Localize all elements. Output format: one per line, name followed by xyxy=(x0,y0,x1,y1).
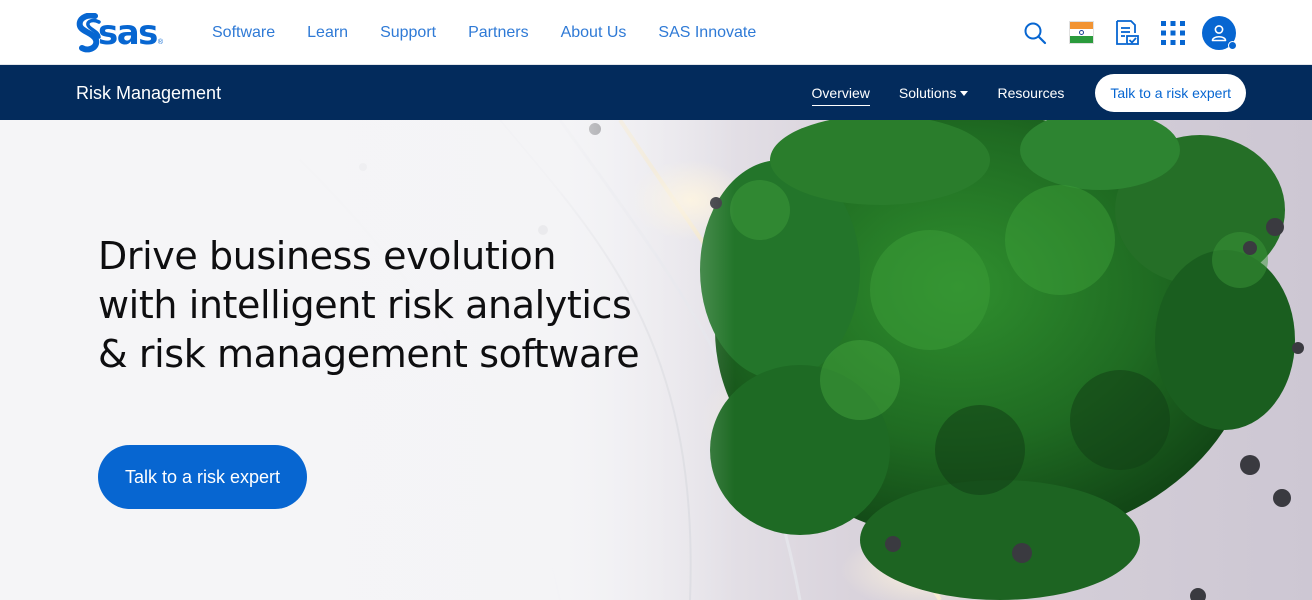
hero-headline: Drive business evolution with intelligen… xyxy=(98,232,640,379)
user-account-button[interactable] xyxy=(1202,15,1237,50)
nav-item-support[interactable]: Support xyxy=(380,24,436,42)
user-avatar xyxy=(1202,15,1237,50)
nav-item-partners[interactable]: Partners xyxy=(468,24,528,42)
section-navigation: Risk Management Overview Solutions Resou… xyxy=(0,65,1312,120)
subnav-resources[interactable]: Resources xyxy=(997,85,1064,101)
talk-to-expert-button-header[interactable]: Talk to a risk expert xyxy=(1095,73,1246,112)
hero-headline-line-2: with intelligent risk analytics xyxy=(98,283,632,327)
section-links: Overview Solutions Resources Talk to a r… xyxy=(811,65,1246,120)
india-flag-icon xyxy=(1068,21,1094,44)
utility-menu xyxy=(1006,0,1237,65)
nav-item-about-us[interactable]: About Us xyxy=(561,24,627,42)
top-navigation: sas ® Software Learn Support Partners Ab… xyxy=(0,0,1312,65)
trial-checklist-icon xyxy=(1116,19,1139,45)
hero-headline-line-3: & risk management software xyxy=(98,332,640,376)
nav-item-sas-innovate[interactable]: SAS Innovate xyxy=(658,24,756,42)
country-selector-button[interactable] xyxy=(1064,16,1098,50)
registered-mark: ® xyxy=(157,39,164,46)
user-account-icon xyxy=(1211,24,1227,41)
sas-logo[interactable]: sas ® xyxy=(74,10,184,56)
status-dot xyxy=(1228,40,1237,50)
sas-logo-text: sas xyxy=(98,13,158,53)
apps-menu-button[interactable] xyxy=(1156,16,1190,50)
section-title: Risk Management xyxy=(76,83,222,103)
hero-section: Drive business evolution with intelligen… xyxy=(0,120,1312,600)
main-menu: Software Learn Support Partners About Us… xyxy=(212,0,788,65)
free-trial-button[interactable] xyxy=(1110,16,1144,50)
caret-down-icon xyxy=(960,91,969,97)
subnav-overview[interactable]: Overview xyxy=(811,85,871,106)
nav-item-software[interactable]: Software xyxy=(212,24,275,42)
apps-grid-icon xyxy=(1161,20,1185,45)
search-icon xyxy=(1024,22,1047,44)
search-button[interactable] xyxy=(1018,16,1052,50)
subnav-solutions[interactable]: Solutions xyxy=(899,85,969,101)
hero-headline-line-1: Drive business evolution xyxy=(98,234,557,278)
talk-to-expert-button-hero[interactable]: Talk to a risk expert xyxy=(98,445,307,509)
nav-item-learn[interactable]: Learn xyxy=(307,24,348,42)
subnav-solutions-label: Solutions xyxy=(898,84,957,101)
